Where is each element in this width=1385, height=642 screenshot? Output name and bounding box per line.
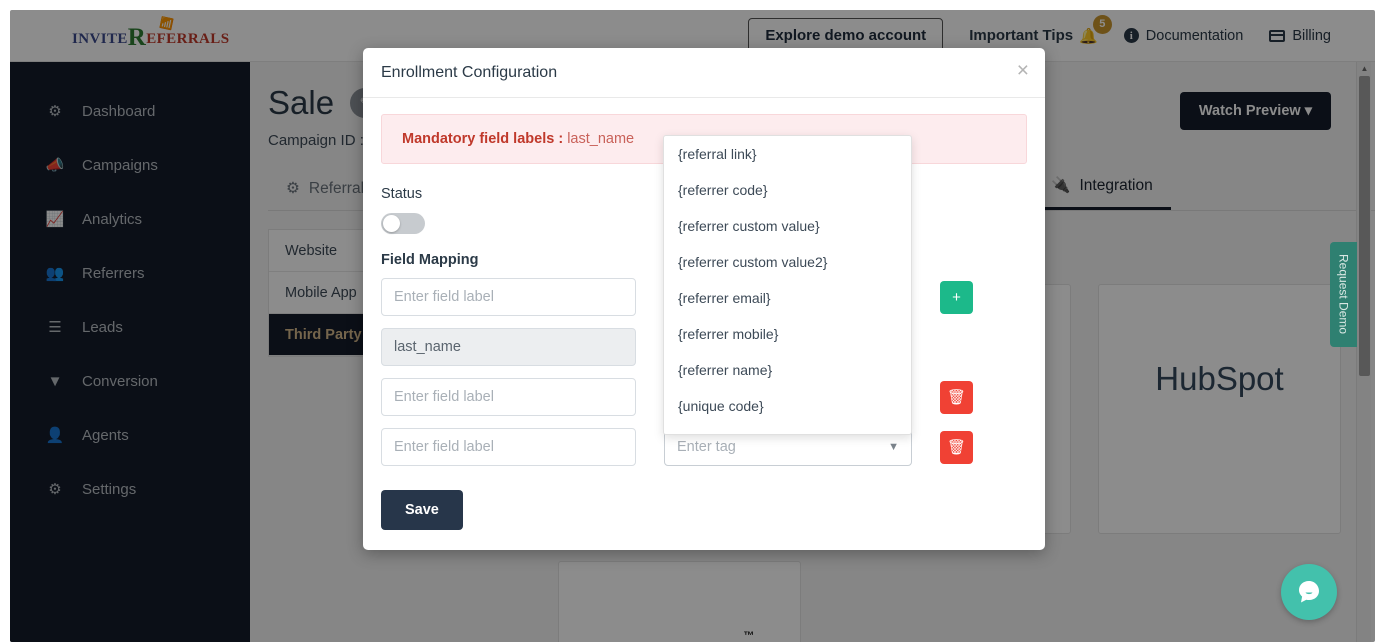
modal-header: Enrollment Configuration ×: [363, 48, 1045, 98]
delete-field-button-4[interactable]: 🗑: [940, 430, 973, 464]
row-action-spacer: [940, 331, 973, 364]
field-label-input-3[interactable]: Enter field label: [381, 378, 636, 416]
request-demo-label: Request Demo: [1336, 254, 1351, 335]
field-label-input-1[interactable]: Enter field label: [381, 278, 636, 316]
close-icon[interactable]: ×: [1017, 60, 1029, 81]
tag-dropdown-menu: {referral link} {referrer code} {referre…: [663, 135, 912, 435]
dropdown-option[interactable]: {referrer email}: [664, 280, 911, 316]
dropdown-option[interactable]: {referrer code}: [664, 172, 911, 208]
plus-icon: +: [952, 288, 961, 306]
add-field-button[interactable]: +: [940, 280, 973, 314]
dropdown-option[interactable]: {referrer name}: [664, 352, 911, 388]
dropdown-option[interactable]: {unique code}: [664, 388, 911, 424]
trash-icon: 🗑: [946, 439, 967, 456]
alert-label: Mandatory field labels :: [402, 131, 564, 147]
page-root: INVITEREFERRALS 📶 Explore demo account I…: [10, 10, 1375, 642]
chat-bubble-icon: [1299, 581, 1319, 603]
app-root: INVITEREFERRALS 📶 Explore demo account I…: [0, 0, 1385, 642]
toggle-knob: [383, 215, 400, 232]
enrollment-configuration-modal: Enrollment Configuration × Mandatory fie…: [363, 48, 1045, 550]
trash-icon: 🗑: [946, 389, 967, 406]
modal-title: Enrollment Configuration: [381, 63, 558, 81]
dropdown-option[interactable]: {referrer custom value2}: [664, 244, 911, 280]
dropdown-option[interactable]: {referrer custom value}: [664, 208, 911, 244]
field-label-input-4[interactable]: Enter field label: [381, 428, 636, 466]
delete-field-button-3[interactable]: 🗑: [940, 380, 973, 414]
dropdown-option[interactable]: {referral link}: [664, 136, 911, 172]
chevron-down-icon: ▼: [888, 441, 899, 453]
tag-select-placeholder: Enter tag: [677, 439, 736, 455]
dropdown-option[interactable]: {referrer mobile}: [664, 316, 911, 352]
status-toggle[interactable]: [381, 213, 425, 234]
alert-value: last_name: [567, 131, 635, 147]
request-demo-tab[interactable]: Request Demo: [1330, 242, 1357, 347]
field-label-input-2: last_name: [381, 328, 636, 366]
chat-widget-button[interactable]: [1281, 564, 1337, 620]
save-button[interactable]: Save: [381, 490, 463, 530]
